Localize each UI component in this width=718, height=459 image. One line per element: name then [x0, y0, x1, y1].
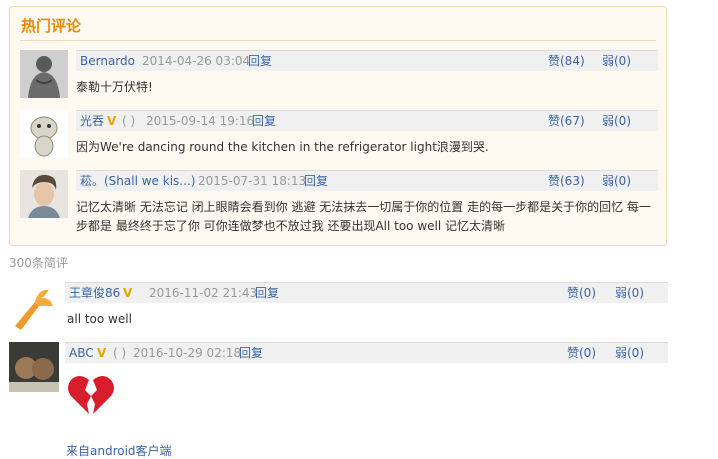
short-comments-count: 300条简评 [9, 256, 68, 270]
hot-comment-2: 光吞 V ( ) 2015-09-14 19:16 回复 赞(67) 弱(0) … [20, 110, 658, 162]
avatar[interactable] [20, 50, 68, 98]
like-button[interactable]: 赞(0) [567, 283, 596, 303]
like-button[interactable]: 赞(63) [548, 171, 585, 191]
reply-button[interactable]: 回复 [248, 51, 272, 71]
weak-button[interactable]: 弱(0) [602, 171, 631, 191]
avatar[interactable] [9, 342, 59, 392]
vip-badge-icon: V [97, 346, 107, 360]
comment-username[interactable]: ABC [69, 343, 94, 363]
like-button[interactable]: 赞(84) [548, 51, 585, 71]
comment-header: ABC V ( ) 2016-10-29 02:18 回复 赞(0) 弱(0) [65, 342, 668, 363]
comment-username[interactable]: 光吞 [80, 111, 104, 131]
vip-badge-icon: V [123, 286, 133, 300]
comment-date: 2015-07-31 18:13 [198, 174, 307, 188]
like-button[interactable]: 赞(0) [567, 343, 596, 363]
reply-button[interactable]: 回复 [304, 171, 328, 191]
comment-date: 2014-04-26 03:04 [142, 54, 251, 68]
comment-extra: ( ) [113, 346, 127, 360]
reply-button[interactable]: 回复 [239, 343, 263, 363]
avatar[interactable] [9, 282, 59, 332]
weak-button[interactable]: 弱(0) [602, 51, 631, 71]
hot-comments-title: 热门评论 [21, 17, 82, 35]
avatar[interactable] [20, 170, 68, 218]
broken-heart-icon [67, 372, 115, 416]
short-comment-2: ABC V ( ) 2016-10-29 02:18 回复 赞(0) 弱(0) … [9, 342, 668, 459]
avatar[interactable] [20, 110, 68, 158]
reply-button[interactable]: 回复 [255, 283, 279, 303]
vip-badge-icon: V [107, 114, 117, 128]
comment-username[interactable]: Bernardo [80, 51, 135, 71]
comment-text: all too well [67, 312, 132, 326]
weak-button[interactable]: 弱(0) [615, 343, 644, 363]
comment-header: Bernardo 2014-04-26 03:04 回复 赞(84) 弱(0) [76, 50, 658, 71]
comment-date: 2016-10-29 02:18 [133, 346, 242, 360]
like-button[interactable]: 赞(67) [548, 111, 585, 131]
weak-button[interactable]: 弱(0) [602, 111, 631, 131]
short-comment-1: 王章俊86 V 2016-11-02 21:43 回复 赞(0) 弱(0) al… [9, 282, 668, 336]
comment-text: 记忆太清晰 无法忘记 闭上眼睛会看到你 逃避 无法抹去一切属于你的位置 走的每一… [76, 200, 651, 233]
comment-header: 王章俊86 V 2016-11-02 21:43 回复 赞(0) 弱(0) [65, 282, 668, 303]
comment-extra: ( ) [122, 114, 136, 128]
hot-comment-1: Bernardo 2014-04-26 03:04 回复 赞(84) 弱(0) … [20, 50, 658, 102]
hot-title-divider [20, 40, 656, 41]
comment-header: 光吞 V ( ) 2015-09-14 19:16 回复 赞(67) 弱(0) [76, 110, 658, 131]
comment-text: 泰勒十万伏特! [76, 80, 153, 94]
comment-username[interactable]: 王章俊86 [69, 283, 120, 303]
source-link[interactable]: 来自android客户端 [66, 442, 172, 459]
weak-button[interactable]: 弱(0) [615, 283, 644, 303]
comment-date: 2016-11-02 21:43 [149, 286, 258, 300]
hot-comment-3: 菘。(Shall we kis...) 2015-07-31 18:13 回复 … [20, 170, 658, 240]
comment-date: 2015-09-14 19:16 [146, 114, 255, 128]
comment-text: 因为We're dancing round the kitchen in the… [76, 140, 489, 154]
comment-username[interactable]: 菘。(Shall we kis...) [80, 171, 195, 191]
reply-button[interactable]: 回复 [252, 111, 276, 131]
comment-header: 菘。(Shall we kis...) 2015-07-31 18:13 回复 … [76, 170, 658, 191]
